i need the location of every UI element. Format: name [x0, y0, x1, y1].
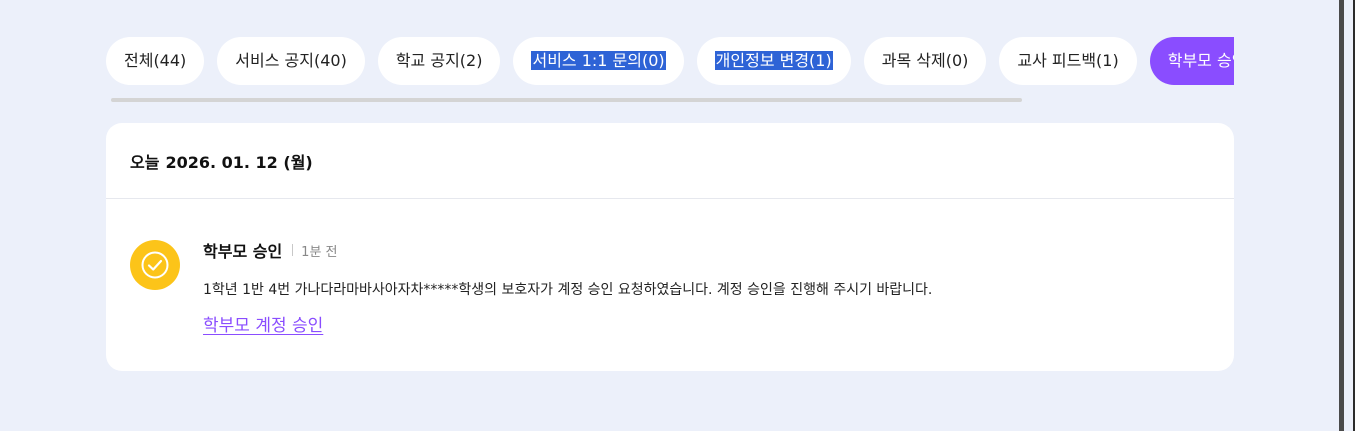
tabs-scrollbar[interactable] — [111, 98, 1022, 102]
tab-all-label: 전체(44) — [124, 51, 187, 70]
tab-parent-approval-label: 학부모 승인(1) — [1167, 51, 1234, 70]
tab-service-notice[interactable]: 서비스 공지(40) — [217, 37, 365, 85]
tab-all[interactable]: 전체(44) — [106, 37, 205, 85]
title-divider — [292, 244, 294, 256]
notification-message: 1학년 1반 4번 가나다라마바사아자차*****학생의 보호자가 계정 승인 … — [203, 282, 933, 298]
window-edge-bar — [1339, 0, 1344, 431]
notification-title-row: 학부모 승인 1분 전 — [203, 239, 338, 261]
notification-time: 1분 전 — [301, 244, 338, 260]
tab-service-inquiry[interactable]: 서비스 1:1 문의(0) — [513, 37, 684, 85]
tab-school-notice[interactable]: 학교 공지(2) — [377, 37, 501, 85]
tab-teacher-feedback[interactable]: 교사 피드백(1) — [999, 37, 1137, 85]
parent-account-approval-link[interactable]: 학부모 계정 승인 — [203, 311, 323, 336]
notification-title: 학부모 승인 — [203, 242, 283, 261]
tab-service-notice-label: 서비스 공지(40) — [235, 51, 347, 70]
tab-personal-info-change-label: 개인정보 변경(1) — [714, 51, 833, 70]
today-label: 오늘 — [130, 152, 160, 172]
date-header: 오늘 2026. 01. 12 (월) — [106, 123, 1234, 199]
tab-subject-delete-label: 과목 삭제(0) — [881, 51, 969, 70]
tab-parent-approval[interactable]: 학부모 승인(1) — [1149, 37, 1234, 85]
tab-personal-info-change[interactable]: 개인정보 변경(1) — [696, 37, 851, 85]
check-circle-icon — [130, 240, 180, 290]
category-tabs: 전체(44) 서비스 공지(40) 학교 공지(2) 서비스 1:1 문의(0)… — [106, 37, 1234, 87]
check-icon — [141, 251, 169, 279]
tabs-row: 전체(44) 서비스 공지(40) 학교 공지(2) 서비스 1:1 문의(0)… — [106, 37, 1234, 85]
tab-teacher-feedback-label: 교사 피드백(1) — [1017, 51, 1119, 70]
tab-school-notice-label: 학교 공지(2) — [395, 51, 483, 70]
tab-service-inquiry-label: 서비스 1:1 문의(0) — [531, 51, 666, 70]
tab-subject-delete[interactable]: 과목 삭제(0) — [863, 37, 987, 85]
today-date: 2026. 01. 12 (월) — [165, 152, 313, 172]
notification-card: 오늘 2026. 01. 12 (월) 학부모 승인 1분 전 1학년 1반 4… — [106, 123, 1234, 371]
